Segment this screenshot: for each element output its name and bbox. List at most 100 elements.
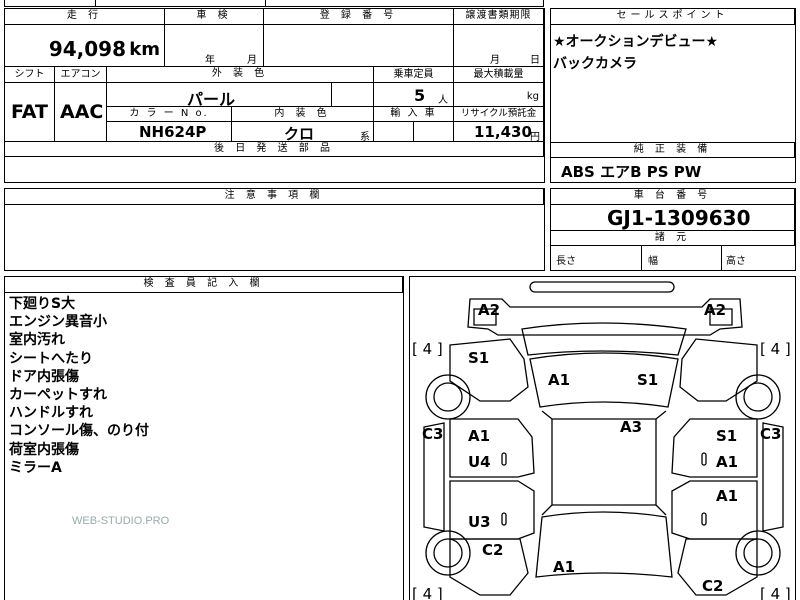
damage-mark: A2: [704, 301, 727, 319]
damage-mark: [ 4 ]: [412, 340, 443, 358]
interior-cell: クロ 系: [232, 122, 374, 142]
mileage-label: 走 行: [5, 9, 165, 25]
load-cell: kg: [454, 83, 544, 107]
capacity-unit: 人: [438, 95, 448, 106]
width-label: 幅: [648, 256, 658, 267]
length-cell: 長さ: [551, 246, 642, 270]
watermark: WEB-STUDIO.PRO: [72, 515, 170, 527]
shaken-year: 年: [205, 55, 215, 66]
height-cell: 高さ: [722, 246, 795, 270]
damage-mark: S1: [716, 427, 738, 445]
import-label: 輸 入 車: [374, 107, 454, 122]
sales-label: セールスポイント: [551, 9, 795, 25]
recycle-label: リサイクル預託金: [454, 107, 544, 122]
mileage-cell: 94,098 km: [5, 25, 165, 67]
shift-cell: FAT: [5, 83, 55, 142]
top-strip: [4, 0, 544, 7]
notes-box: 注 意 事 項 欄: [4, 188, 545, 271]
dims-label: 諸 元: [551, 231, 795, 246]
exterior-value: パール: [187, 90, 236, 107]
interior-label: 内 装 色: [232, 107, 374, 122]
damage-mark: [ 4 ]: [412, 585, 443, 600]
equipment-box: 純 正 装 備 ABS エアB PS PW: [550, 142, 796, 183]
chassis-box: 車 台 番 号 GJ1-1309630 諸 元 長さ 幅 高さ: [550, 188, 796, 271]
shift-label: シフト: [5, 67, 55, 83]
remark-item: カーペットすれ: [9, 387, 107, 404]
remark-item: コンソール傷、のり付: [9, 423, 149, 440]
aircon-cell: AAC: [55, 83, 107, 142]
damage-mark: A3: [620, 418, 643, 436]
color-no-label: カ ラ ー N o.: [107, 107, 232, 122]
color-no-value: NH624P: [139, 123, 207, 141]
car-diagram: A2 A2 [ 4 ] [ 4 ] S1 A1 S1 C3 C3 A3 A1 S…: [409, 276, 796, 600]
damage-mark: C3: [422, 425, 444, 443]
import-cell-a: [374, 122, 414, 142]
capacity-cell: 5 人: [374, 83, 454, 107]
recycle-unit: 円: [530, 132, 540, 142]
shaken-label: 車 検: [165, 9, 264, 25]
registration-label: 登 録 番 号: [264, 9, 454, 25]
recycle-cell: 11,430 円: [454, 122, 544, 142]
damage-mark: U3: [468, 513, 491, 531]
damage-mark: A1: [553, 558, 576, 576]
shaken-month: 月: [247, 55, 257, 66]
equipment-label: 純 正 装 備: [551, 143, 795, 158]
info-table: 走 行 車 検 登 録 番 号 譲渡書類期限 94,098 km 年 月 月 日…: [4, 8, 545, 183]
chassis-cell: GJ1-1309630: [551, 205, 795, 231]
sales-point-2: バックカメラ: [553, 56, 637, 72]
damage-mark: [ 4 ]: [760, 585, 791, 600]
transfer-day: 日: [530, 55, 540, 66]
capacity-value: 5: [414, 86, 426, 105]
shift-value: FAT: [11, 101, 48, 123]
recycle-value: 11,430: [474, 123, 532, 141]
aircon-label: エアコン: [55, 67, 107, 83]
transfer-month: 月: [490, 55, 500, 66]
import-cell-b: [414, 122, 454, 142]
damage-mark: C2: [482, 541, 504, 559]
damage-mark: A1: [548, 371, 571, 389]
remark-item: ミラーA: [9, 459, 62, 476]
parts-label: 後 日 発 送 部 品: [5, 142, 544, 157]
transfer-cell: 月 日: [454, 25, 544, 67]
width-cell: 幅: [642, 246, 722, 270]
inspector-label: 検 査 員 記 入 欄: [5, 277, 403, 293]
color-no-cell: NH624P: [107, 122, 232, 142]
interior-value: クロ: [284, 125, 315, 142]
chassis-label: 車 台 番 号: [551, 189, 795, 205]
sales-box: セールスポイント ★オークションデビュー★ バックカメラ: [550, 8, 796, 143]
damage-mark: [ 4 ]: [760, 340, 791, 358]
interior-unit: 系: [360, 132, 370, 142]
equipment-value: ABS エアB PS PW: [561, 163, 702, 181]
chassis-value: GJ1-1309630: [607, 206, 751, 230]
damage-mark: A1: [716, 453, 739, 471]
capacity-label: 乗車定員: [374, 67, 454, 83]
damage-mark: C2: [702, 577, 724, 595]
damage-mark: S1: [637, 371, 659, 389]
damage-mark: C3: [760, 425, 782, 443]
registration-cell: [264, 25, 454, 67]
mileage-unit: km: [129, 39, 160, 60]
remark-item: ハンドルすれ: [9, 405, 93, 422]
shaken-cell: 年 月: [165, 25, 264, 67]
load-unit: kg: [526, 91, 539, 102]
remark-item: 下廻りS大: [9, 296, 76, 312]
damage-mark: A1: [468, 427, 491, 445]
damage-mark: S1: [468, 349, 490, 367]
exterior-cell: パール: [107, 83, 332, 107]
damage-mark: A2: [478, 301, 501, 319]
damage-mark: A1: [716, 487, 739, 505]
aircon-value: AAC: [60, 101, 104, 123]
exterior-label: 外 装 色: [107, 67, 374, 83]
notes-label: 注 意 事 項 欄: [5, 189, 544, 205]
remark-item: ドア内張傷: [9, 368, 79, 385]
height-label: 高さ: [726, 256, 746, 267]
length-label: 長さ: [556, 256, 576, 267]
remark-item: 荷室内張傷: [9, 441, 79, 458]
inspector-box: 検 査 員 記 入 欄 下廻りS大 エンジン異音小 室内汚れ シートへたり ドア…: [4, 276, 404, 600]
parts-area: [5, 157, 544, 182]
exterior-extra-cell: [332, 83, 374, 107]
remarks-list: 下廻りS大 エンジン異音小 室内汚れ シートへたり ドア内張傷 カーペットすれ …: [9, 295, 149, 477]
remark-item: エンジン異音小: [9, 314, 107, 331]
remark-item: 室内汚れ: [9, 332, 65, 349]
mileage-value: 94,098: [48, 37, 126, 61]
